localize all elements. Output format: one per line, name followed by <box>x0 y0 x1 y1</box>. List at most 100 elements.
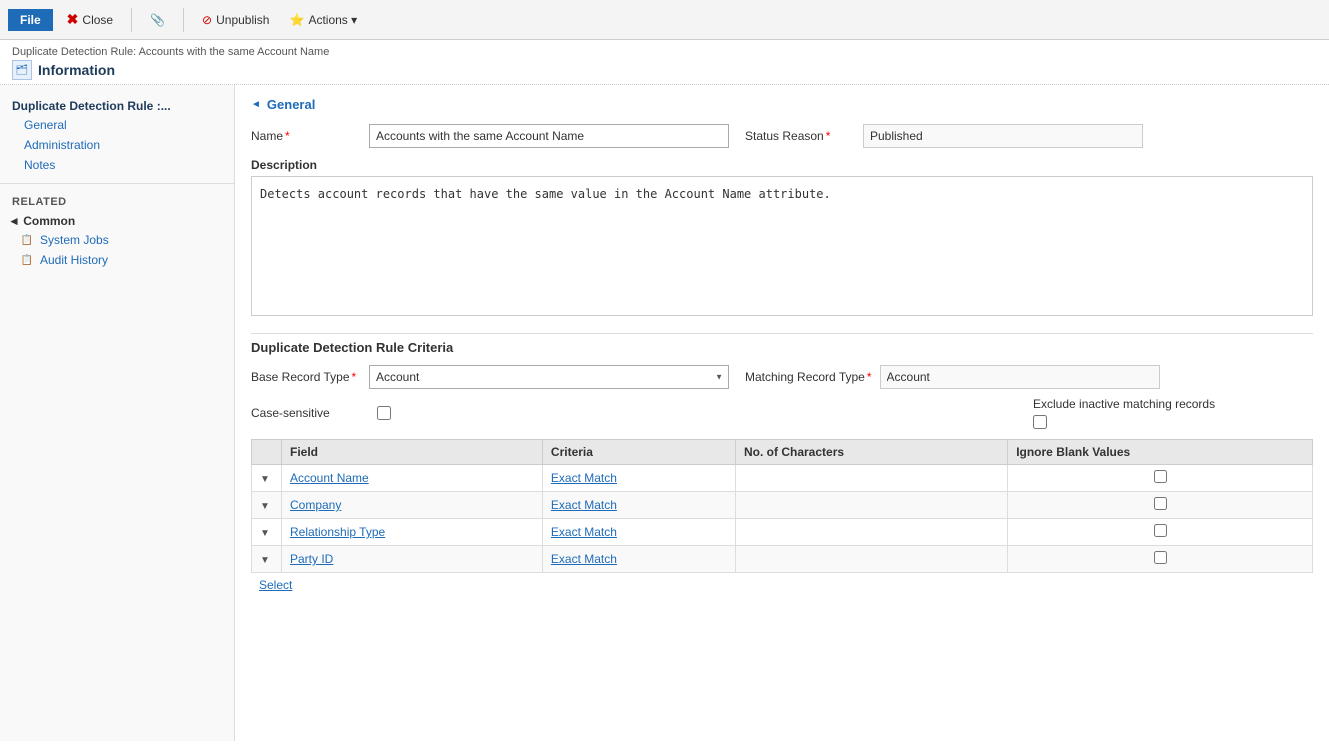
col-ignore-blank: Ignore Blank Values <box>1008 440 1313 465</box>
sidebar: Duplicate Detection Rule :... General Ad… <box>0 85 235 741</box>
attach-button[interactable]: 📎 <box>144 11 171 29</box>
row-ignore-blank <box>1008 492 1313 519</box>
col-chars: No. of Characters <box>736 440 1008 465</box>
base-record-group: Base Record Type* Account <box>251 365 729 389</box>
page-icon: 🗂 <box>12 60 32 80</box>
unpublish-icon: ⊘ <box>202 13 212 27</box>
case-sensitive-label: Case-sensitive <box>251 406 361 420</box>
toolbar: File ✖ Close 📎 ⊘ Unpublish ⭐ Actions ▾ <box>0 0 1329 40</box>
exclude-inactive-checkbox[interactable] <box>1033 415 1047 429</box>
field-link[interactable]: Relationship Type <box>290 525 385 539</box>
sidebar-item-audit-history[interactable]: 📋 Audit History <box>0 250 234 270</box>
content-area: ◄ General Name* Status Reason* Descripti… <box>235 85 1329 741</box>
separator-1 <box>131 8 132 32</box>
select-link[interactable]: Select <box>259 578 292 592</box>
col-criteria: Criteria <box>542 440 735 465</box>
record-type-row: Base Record Type* Account Matching Recor… <box>251 365 1313 389</box>
matching-record-group: Matching Record Type* <box>745 365 1160 389</box>
general-section-title: General <box>267 97 315 112</box>
sidebar-section-title: Duplicate Detection Rule :... <box>0 95 234 115</box>
ignore-blank-checkbox[interactable] <box>1154 497 1167 510</box>
base-record-label: Base Record Type* <box>251 370 361 384</box>
row-chevron[interactable]: ▼ <box>252 546 282 573</box>
matching-record-label: Matching Record Type* <box>745 370 872 384</box>
row-chevron[interactable]: ▼ <box>252 465 282 492</box>
row-field: Relationship Type <box>282 519 543 546</box>
unpublish-label: Unpublish <box>216 13 269 27</box>
base-record-select[interactable]: Account <box>369 365 729 389</box>
sidebar-item-administration[interactable]: Administration <box>0 135 234 155</box>
close-icon: ✖ <box>67 11 79 28</box>
criteria-link[interactable]: Exact Match <box>551 498 617 512</box>
field-link[interactable]: Company <box>290 498 341 512</box>
file-button[interactable]: File <box>8 9 53 31</box>
col-field: Field <box>282 440 543 465</box>
row-ignore-blank <box>1008 465 1313 492</box>
page-title: Information <box>38 62 115 78</box>
field-link[interactable]: Account Name <box>290 471 369 485</box>
actions-button[interactable]: ⭐ Actions ▾ <box>283 11 363 29</box>
attach-icon: 📎 <box>150 13 165 27</box>
row-field: Account Name <box>282 465 543 492</box>
name-required: * <box>285 129 290 143</box>
row-ignore-blank <box>1008 519 1313 546</box>
criteria-link[interactable]: Exact Match <box>551 552 617 566</box>
system-jobs-icon: 📋 <box>20 233 34 247</box>
exclude-inactive-group: Exclude inactive matching records <box>1033 397 1313 429</box>
close-button[interactable]: ✖ Close <box>61 9 119 30</box>
criteria-table-header-row: Field Criteria No. of Characters Ignore … <box>252 440 1313 465</box>
sidebar-item-notes[interactable]: Notes <box>0 155 234 175</box>
description-textarea[interactable]: Detects account records that have the sa… <box>251 176 1313 316</box>
row-field: Company <box>282 492 543 519</box>
row-field: Party ID <box>282 546 543 573</box>
options-row: Case-sensitive Exclude inactive matching… <box>251 397 1313 429</box>
table-row: ▼ Company Exact Match <box>252 492 1313 519</box>
sidebar-divider <box>0 183 234 184</box>
criteria-section-title: Duplicate Detection Rule Criteria <box>251 333 1313 355</box>
criteria-table: Field Criteria No. of Characters Ignore … <box>251 439 1313 573</box>
row-criteria: Exact Match <box>542 492 735 519</box>
name-field-group: Name* <box>251 124 729 148</box>
title-area: Duplicate Detection Rule: Accounts with … <box>0 40 1329 85</box>
row-chars <box>736 519 1008 546</box>
audit-history-label: Audit History <box>40 253 108 267</box>
row-chevron[interactable]: ▼ <box>252 492 282 519</box>
row-criteria: Exact Match <box>542 546 735 573</box>
unpublish-button[interactable]: ⊘ Unpublish <box>196 11 275 29</box>
field-link[interactable]: Party ID <box>290 552 333 566</box>
table-row: ▼ Party ID Exact Match <box>252 546 1313 573</box>
row-chevron[interactable]: ▼ <box>252 519 282 546</box>
related-title: Related <box>0 192 234 210</box>
select-row: Select <box>251 573 1313 597</box>
col-expand <box>252 440 282 465</box>
name-input[interactable] <box>369 124 729 148</box>
row-chars <box>736 492 1008 519</box>
main-layout: Duplicate Detection Rule :... General Ad… <box>0 85 1329 741</box>
name-label: Name* <box>251 129 361 143</box>
ignore-blank-checkbox[interactable] <box>1154 551 1167 564</box>
criteria-link[interactable]: Exact Match <box>551 471 617 485</box>
collapse-general-icon[interactable]: ◄ <box>251 99 261 110</box>
breadcrumb: Duplicate Detection Rule: Accounts with … <box>12 46 1317 58</box>
table-row: ▼ Relationship Type Exact Match <box>252 519 1313 546</box>
row-chars <box>736 546 1008 573</box>
ignore-blank-checkbox[interactable] <box>1154 524 1167 537</box>
separator-2 <box>183 8 184 32</box>
status-required: * <box>826 129 831 143</box>
row-chars <box>736 465 1008 492</box>
audit-history-icon: 📋 <box>20 253 34 267</box>
row-ignore-blank <box>1008 546 1313 573</box>
system-jobs-label: System Jobs <box>40 233 109 247</box>
sidebar-item-system-jobs[interactable]: 📋 System Jobs <box>0 230 234 250</box>
base-record-select-wrapper: Account <box>369 365 729 389</box>
sidebar-item-general[interactable]: General <box>0 115 234 135</box>
general-section-header: ◄ General <box>251 97 1313 112</box>
actions-label: Actions ▾ <box>308 13 357 27</box>
status-reason-input <box>863 124 1143 148</box>
ignore-blank-checkbox[interactable] <box>1154 470 1167 483</box>
row-criteria: Exact Match <box>542 519 735 546</box>
status-reason-label: Status Reason* <box>745 129 855 143</box>
criteria-link[interactable]: Exact Match <box>551 525 617 539</box>
case-sensitive-checkbox[interactable] <box>377 406 391 420</box>
matching-record-input <box>880 365 1160 389</box>
